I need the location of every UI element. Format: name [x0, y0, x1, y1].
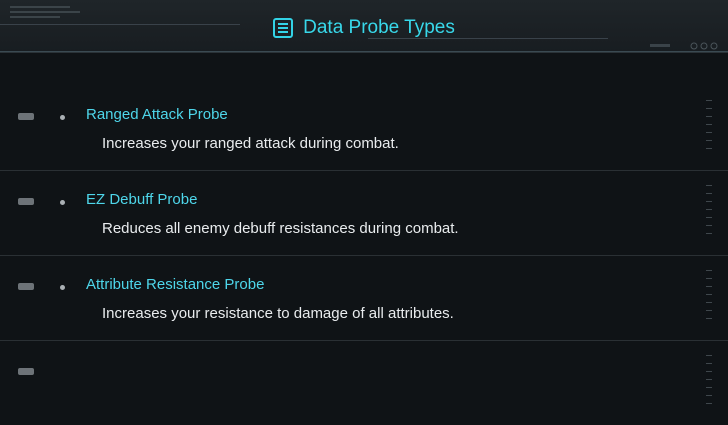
probe-name: EZ Debuff Probe: [86, 191, 198, 208]
bullet-icon: [60, 115, 65, 120]
probe-name: Attribute Resistance Probe: [86, 276, 265, 293]
row-handle-icon: [18, 283, 34, 290]
tick-decoration: [706, 185, 712, 243]
probe-description: Increases your resistance to damage of a…: [102, 305, 454, 322]
row-handle-icon: [18, 368, 34, 375]
list-item[interactable]: EZ Debuff Probe Reduces all enemy debuff…: [0, 171, 728, 256]
bullet-icon: [60, 200, 65, 205]
page-title: Data Probe Types: [303, 17, 455, 38]
row-handle-icon: [18, 113, 34, 120]
bullet-icon: [60, 285, 65, 290]
list-item-empty[interactable]: [0, 341, 728, 425]
list-item[interactable]: Attribute Resistance Probe Increases you…: [0, 256, 728, 341]
probe-description: Increases your ranged attack during comb…: [102, 135, 399, 152]
probe-name: Ranged Attack Probe: [86, 106, 228, 123]
tick-decoration: [706, 270, 712, 328]
page-title-group: Data Probe Types: [0, 14, 728, 42]
tick-decoration: [706, 355, 712, 413]
list-icon: [273, 18, 294, 38]
header-bar: Data Probe Types: [0, 0, 728, 53]
probe-description: Reduces all enemy debuff resistances dur…: [102, 220, 459, 237]
list-item[interactable]: Ranged Attack Probe Increases your range…: [0, 86, 728, 171]
tick-decoration: [706, 100, 712, 158]
header-divider: [0, 51, 728, 52]
row-handle-icon: [18, 198, 34, 205]
